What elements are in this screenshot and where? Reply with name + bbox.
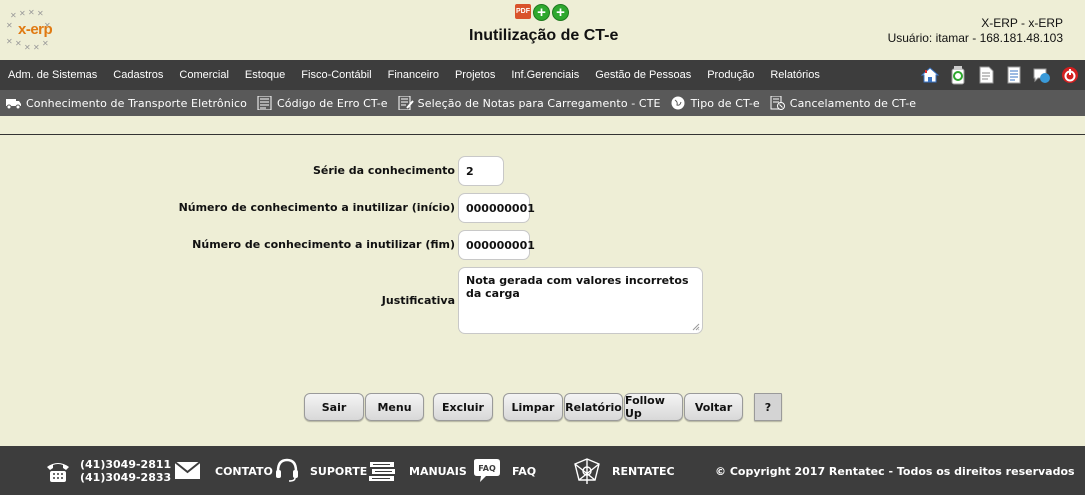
globe-icon	[671, 96, 685, 110]
svg-text:✕: ✕	[28, 8, 35, 17]
serie-field[interactable]: 2	[458, 156, 504, 186]
svg-text:✕: ✕	[6, 21, 13, 30]
action-buttons: Sair Menu Excluir Limpar Relatório Follo…	[0, 393, 1085, 423]
edit-list-icon	[398, 96, 414, 110]
contato-link[interactable]: CONTATO	[215, 465, 273, 478]
submenu-item-cancelamento[interactable]: Cancelamento de CT-e	[769, 96, 916, 110]
sair-button[interactable]: Sair	[304, 393, 364, 421]
svg-text:✕: ✕	[37, 9, 44, 18]
home-icon[interactable]	[920, 65, 939, 85]
menu-toolbar-icons	[920, 65, 1079, 85]
power-icon[interactable]	[1060, 65, 1079, 85]
add-icon[interactable]: +	[533, 4, 550, 21]
logo-text: x-erp	[18, 21, 53, 38]
list-icon	[257, 96, 272, 110]
phone-numbers: (41)3049-2811 (41)3049-2833	[80, 458, 171, 484]
document-icon[interactable]	[976, 65, 995, 85]
menu-item-relatorios[interactable]: Relatórios	[762, 69, 828, 81]
pdf-icon[interactable]: PDF	[515, 4, 531, 19]
faq-bubble-icon[interactable]: FAQ	[472, 458, 502, 484]
svg-text:✕: ✕	[10, 11, 17, 20]
serie-label: Série da conhecimento	[312, 164, 455, 177]
phone-2: (41)3049-2833	[80, 471, 172, 484]
inicio-field[interactable]: 000000001	[458, 193, 535, 223]
submenu-item-label: Seleção de Notas para Carregamento - CTE	[417, 96, 661, 110]
justificativa-label: Justificativa	[381, 294, 455, 307]
voltar-button[interactable]: Voltar	[684, 393, 743, 421]
menu-item-gestao-pessoas[interactable]: Gestão de Pessoas	[587, 69, 699, 81]
telephone-icon	[47, 463, 69, 482]
excluir-button[interactable]: Excluir	[433, 393, 493, 421]
submenu-item-selecao-notas[interactable]: Seleção de Notas para Carregamento - CTE	[397, 96, 661, 110]
follow-up-button[interactable]: Follow Up	[624, 393, 683, 421]
menu-item-comercial[interactable]: Comercial	[171, 69, 237, 81]
page-title: Inutilização de CT-e	[469, 27, 619, 44]
menu-item-projetos[interactable]: Projetos	[447, 69, 503, 81]
svg-text:✕: ✕	[6, 37, 13, 46]
recycle-icon[interactable]	[948, 65, 967, 85]
faq-badge-text: FAQ	[478, 464, 496, 473]
justificativa-text: Nota gerada com valores incorretos da ca…	[466, 274, 689, 300]
content-divider	[0, 134, 1085, 135]
envelope-icon[interactable]	[174, 461, 201, 480]
menu-item-estoque[interactable]: Estoque	[237, 69, 293, 81]
phone-1: (41)3049-2811	[80, 458, 172, 471]
help-button[interactable]: ?	[754, 393, 782, 421]
submenu-item-label: Cancelamento de CT-e	[789, 96, 917, 110]
inicio-label: Número de conhecimento a inutilizar (iní…	[178, 201, 455, 214]
menu-item-cadastros[interactable]: Cadastros	[105, 69, 171, 81]
header: ✕ ✕ ✕ ✕ ✕ ✕ ✕ ✕ ✕ ✕ ✕ x-erp PDF + + Inutilização…	[0, 0, 1085, 60]
resize-grip-icon[interactable]	[692, 323, 700, 331]
suporte-link[interactable]: SUPORTE	[310, 465, 367, 478]
books-icon[interactable]	[368, 460, 397, 482]
chat-icon[interactable]	[1032, 65, 1051, 85]
main-menu: Adm. de Sistemas Cadastros Comercial Est…	[0, 60, 1085, 90]
limpar-button[interactable]: Limpar	[503, 393, 563, 421]
cancel-document-icon	[770, 96, 785, 110]
notes-icon[interactable]	[1004, 65, 1023, 85]
faq-link[interactable]: FAQ	[512, 465, 536, 478]
menu-item-inf-gerenciais[interactable]: Inf.Gerenciais	[503, 69, 587, 81]
svg-text:✕: ✕	[33, 43, 40, 52]
menu-item-financeiro[interactable]: Financeiro	[380, 69, 447, 81]
copyright-text: © Copyright 2017 Rentatec - Todos os dir…	[715, 465, 1075, 478]
headset-icon[interactable]	[274, 457, 300, 483]
truck-icon	[6, 99, 21, 110]
menu-item-fisco-contabil[interactable]: Fisco-Contábil	[293, 69, 379, 81]
menu-item-producao[interactable]: Produção	[699, 69, 762, 81]
svg-text:✕: ✕	[19, 9, 26, 18]
submenu-item-label: Conhecimento de Transporte Eletrônico	[26, 96, 247, 110]
submenu-item-tipo-cte[interactable]: Tipo de CT-e	[670, 96, 760, 110]
menu-button[interactable]: Menu	[365, 393, 424, 421]
justificativa-textarea[interactable]: Nota gerada com valores incorretos da ca…	[458, 267, 703, 334]
system-info: X-ERP - x-ERP Usuário: itamar - 168.181.…	[888, 16, 1063, 46]
menu-item-adm-sistemas[interactable]: Adm. de Sistemas	[0, 69, 105, 81]
fim-field[interactable]: 000000001	[458, 230, 535, 260]
sub-menu: Conhecimento de Transporte Eletrônico Có…	[0, 90, 1085, 116]
rentatec-logo-icon[interactable]	[571, 456, 603, 486]
manuais-link[interactable]: MANUAIS	[409, 465, 467, 478]
rentatec-link[interactable]: RENTATEC	[612, 465, 675, 478]
xerp-logo[interactable]: ✕ ✕ ✕ ✕ ✕ ✕ ✕ ✕ ✕ ✕ ✕ x-erp	[4, 6, 62, 54]
submenu-item-conhecimento[interactable]: Conhecimento de Transporte Eletrônico	[5, 96, 247, 110]
submenu-item-codigo-erro[interactable]: Código de Erro CT-e	[256, 96, 388, 110]
footer: (41)3049-2811 (41)3049-2833 CONTATO SUPO…	[0, 446, 1085, 495]
svg-text:✕: ✕	[42, 39, 49, 48]
fim-label: Número de conhecimento a inutilizar (fim…	[192, 238, 455, 251]
top-action-icons: PDF + +	[515, 4, 569, 21]
user-info: Usuário: itamar - 168.181.48.103	[887, 31, 1063, 45]
system-name: X-ERP - x-ERP	[981, 16, 1063, 30]
submenu-item-label: Código de Erro CT-e	[276, 96, 388, 110]
add-icon[interactable]: +	[552, 4, 569, 21]
svg-text:✕: ✕	[24, 43, 31, 52]
submenu-item-label: Tipo de CT-e	[690, 96, 760, 110]
relatorio-button[interactable]: Relatório	[564, 393, 623, 421]
svg-text:✕: ✕	[15, 39, 22, 48]
